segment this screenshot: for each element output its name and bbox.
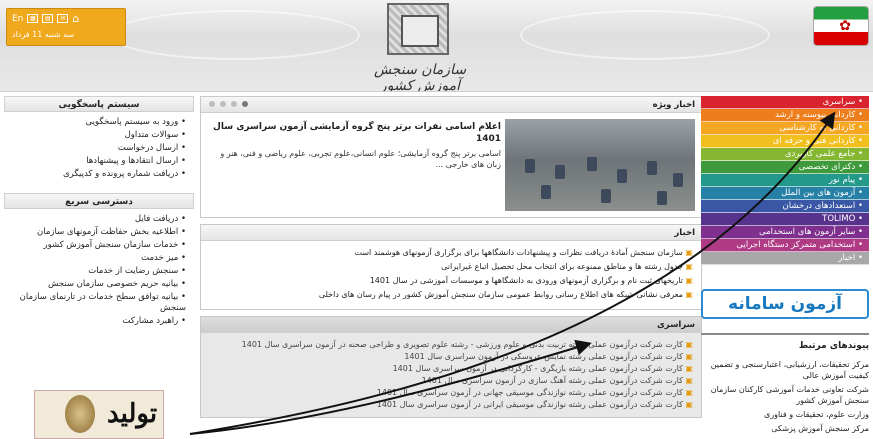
document-icon[interactable]: ▤: [42, 14, 54, 23]
organization-logo[interactable]: [387, 3, 449, 55]
news-list: سازمان سنجش آمادهٔ دریافت نظرات و پیشنها…: [201, 241, 701, 309]
exam-menu-item[interactable]: آزمون های بین الملل: [701, 187, 869, 200]
quick-link[interactable]: سنجش رضایت از خدمات: [12, 266, 186, 277]
response-system-title: سیستم پاسخگویی: [4, 96, 194, 112]
news-item[interactable]: معرفی نشانی شبکه های اطلاع رسانی روابط ع…: [209, 289, 693, 300]
response-link[interactable]: ورود به سیستم پاسخگویی: [12, 117, 186, 128]
sarasari-item[interactable]: کارت شرکت درآزمون عملی رشته بازیگری - کا…: [209, 363, 693, 375]
exam-menu-item[interactable]: کاردانی پیوسته و ارشد: [701, 109, 869, 122]
quick-link[interactable]: خدمات سازمان سنجش آموزش کشور: [12, 240, 186, 251]
sarasari-item[interactable]: کارت شرکت درآزمون عملی رشته نوازندگی موس…: [209, 399, 693, 411]
exam-menu-item[interactable]: کاردانی به کارشناسی: [701, 122, 869, 135]
featured-headline[interactable]: اعلام اسامی نفرات برتر پنج گروه آزمایشی …: [211, 121, 501, 145]
mail-icon[interactable]: ✉: [57, 14, 69, 23]
advertisement-banner[interactable]: تولید: [34, 390, 164, 439]
flag-emblem-icon: ✿: [839, 18, 851, 34]
exam-menu-item[interactable]: استعدادهای درخشان: [701, 200, 869, 213]
news-item[interactable]: جدول رشته ها و مناطق ممنوعه برای انتخاب …: [209, 261, 693, 272]
site-header: En ▦ ▤ ✉ ⌂ سه شنبه 11 فرداد سازمان سنجش …: [0, 0, 873, 92]
news-panel: اخبار سازمان سنجش آمادهٔ دریافت نظرات و …: [200, 224, 702, 310]
exam-menu-item[interactable]: پیام نور: [701, 174, 869, 187]
related-links-title: پیوندهای مرتبط: [701, 333, 869, 351]
related-links-list: مرکز تحقیقات، ارزشیابی، اعتبارسنجی و تضم…: [701, 359, 869, 434]
emblem-icon: [65, 395, 95, 433]
exam-menu-item[interactable]: دکترای تخصصی: [701, 161, 869, 174]
top-toolbar: En ▦ ▤ ✉ ⌂ سه شنبه 11 فرداد: [6, 8, 126, 46]
sarasari-item[interactable]: کارت شرکت درآزمون عملی رشته آهنگ سازی در…: [209, 375, 693, 387]
slider-dots: [209, 101, 248, 107]
exam-menu-item[interactable]: سراسری: [701, 96, 869, 109]
related-link[interactable]: مرکز سنجش آموزش پزشکی: [701, 423, 869, 434]
response-system-list: ورود به سیستم پاسخگویی سوالات متداول ارس…: [4, 112, 194, 187]
sarasari-item[interactable]: کارت شرکت درآزمون عملی رشته تربیت بدنی و…: [209, 339, 693, 351]
exam-menu-item[interactable]: استخدامی متمرکز دستگاه اجرایی: [701, 239, 869, 252]
exam-menu-item[interactable]: TOLIMO: [701, 213, 869, 226]
sitemap-icon[interactable]: ▦: [27, 14, 39, 23]
slider-dot[interactable]: [242, 101, 248, 107]
exam-menu-item[interactable]: اخبار: [701, 252, 869, 265]
slider-dot[interactable]: [209, 101, 215, 107]
quick-link[interactable]: بیانیه توافق سطح خدمات در تارنمای سازمان…: [12, 292, 186, 314]
language-link[interactable]: En: [12, 14, 23, 24]
exam-menu-item[interactable]: سایر آزمون های استخدامی: [701, 226, 869, 239]
header-decoration: [110, 10, 360, 60]
azmoon-samaneh-logo[interactable]: آزمون سامانه: [701, 289, 869, 319]
left-sidebar: سیستم پاسخگویی ورود به سیستم پاسخگویی سو…: [4, 96, 194, 334]
featured-news-title: اخبار ویژه: [201, 97, 701, 113]
main-content: اخبار ویژه اعلام اسامی نفرات برتر پنج گر…: [200, 96, 702, 422]
exam-menu-item[interactable]: جامع علمی کاربردی: [701, 148, 869, 161]
response-link[interactable]: دریافت شماره پرونده و کدپیگری: [12, 169, 186, 180]
news-item[interactable]: سازمان سنجش آمادهٔ دریافت نظرات و پیشنها…: [209, 247, 693, 258]
ad-text: تولید: [107, 399, 158, 429]
header-decoration: [520, 10, 770, 60]
featured-news-panel: اخبار ویژه اعلام اسامی نفرات برتر پنج گر…: [200, 96, 702, 218]
quick-link[interactable]: بیانیه حریم خصوصی سازمان سنجش: [12, 279, 186, 290]
exam-menu: سراسریکاردانی پیوسته و ارشدکاردانی به کا…: [701, 96, 869, 437]
related-link[interactable]: شرکت تعاونی خدمات آموزشی کارکنان سازمان …: [701, 384, 869, 406]
response-link[interactable]: سوالات متداول: [12, 130, 186, 141]
related-link[interactable]: وزارت علوم، تحقیقات و فناوری: [701, 409, 869, 420]
sarasari-title: سراسری: [201, 317, 701, 333]
quick-access-title: دسترسی سریع: [4, 193, 194, 209]
sarasari-item[interactable]: کارت شرکت درآزمون عملی رشته نمایش عروسکی…: [209, 351, 693, 363]
exam-menu-item[interactable]: کاردانی فنی و حرفه ای: [701, 135, 869, 148]
slider-dot[interactable]: [220, 101, 226, 107]
sarasari-list: کارت شرکت درآزمون عملی رشته تربیت بدنی و…: [201, 333, 701, 417]
sarasari-item[interactable]: کارت شرکت درآزمون عملی رشته نوازندگی موس…: [209, 387, 693, 399]
sarasari-panel: سراسری کارت شرکت درآزمون عملی رشته تربیت…: [200, 316, 702, 418]
news-item[interactable]: تاریخهای ثبت نام و برگزاری آزمونهای ورود…: [209, 275, 693, 286]
response-link[interactable]: ارسال درخواست: [12, 143, 186, 154]
current-date: سه شنبه 11 فرداد: [12, 30, 75, 39]
featured-news-body: اعلام اسامی نفرات برتر پنج گروه آزمایشی …: [201, 113, 701, 217]
featured-news-text: اعلام اسامی نفرات برتر پنج گروه آزمایشی …: [211, 121, 501, 170]
quick-link[interactable]: راهبرد مشارکت: [12, 316, 186, 327]
home-icon[interactable]: ⌂: [72, 12, 79, 25]
response-link[interactable]: ارسال انتقادها و پیشنهادها: [12, 156, 186, 167]
featured-news-heading: اخبار ویژه: [652, 100, 695, 110]
related-link[interactable]: مرکز تحقیقات، ارزشیابی، اعتبارسنجی و تضم…: [701, 359, 869, 381]
quick-link[interactable]: میز خدمت: [12, 253, 186, 264]
featured-summary: اسامی برتر پنج گروه آزمایشی؛ علوم انسانی…: [220, 149, 501, 169]
quick-link[interactable]: دریافت فایل: [12, 214, 186, 225]
organization-name: سازمان سنجش آموزش کشور: [373, 62, 467, 92]
quick-access-list: دریافت فایل اطلاعیه بخش حفاظت آزمونهای س…: [4, 209, 194, 334]
exam-menu-list: سراسریکاردانی پیوسته و ارشدکاردانی به کا…: [701, 96, 869, 265]
news-title: اخبار: [201, 225, 701, 241]
slider-dot[interactable]: [231, 101, 237, 107]
news-photo[interactable]: [505, 119, 695, 211]
quick-link[interactable]: اطلاعیه بخش حفاظت آزمونهای سازمان: [12, 227, 186, 238]
